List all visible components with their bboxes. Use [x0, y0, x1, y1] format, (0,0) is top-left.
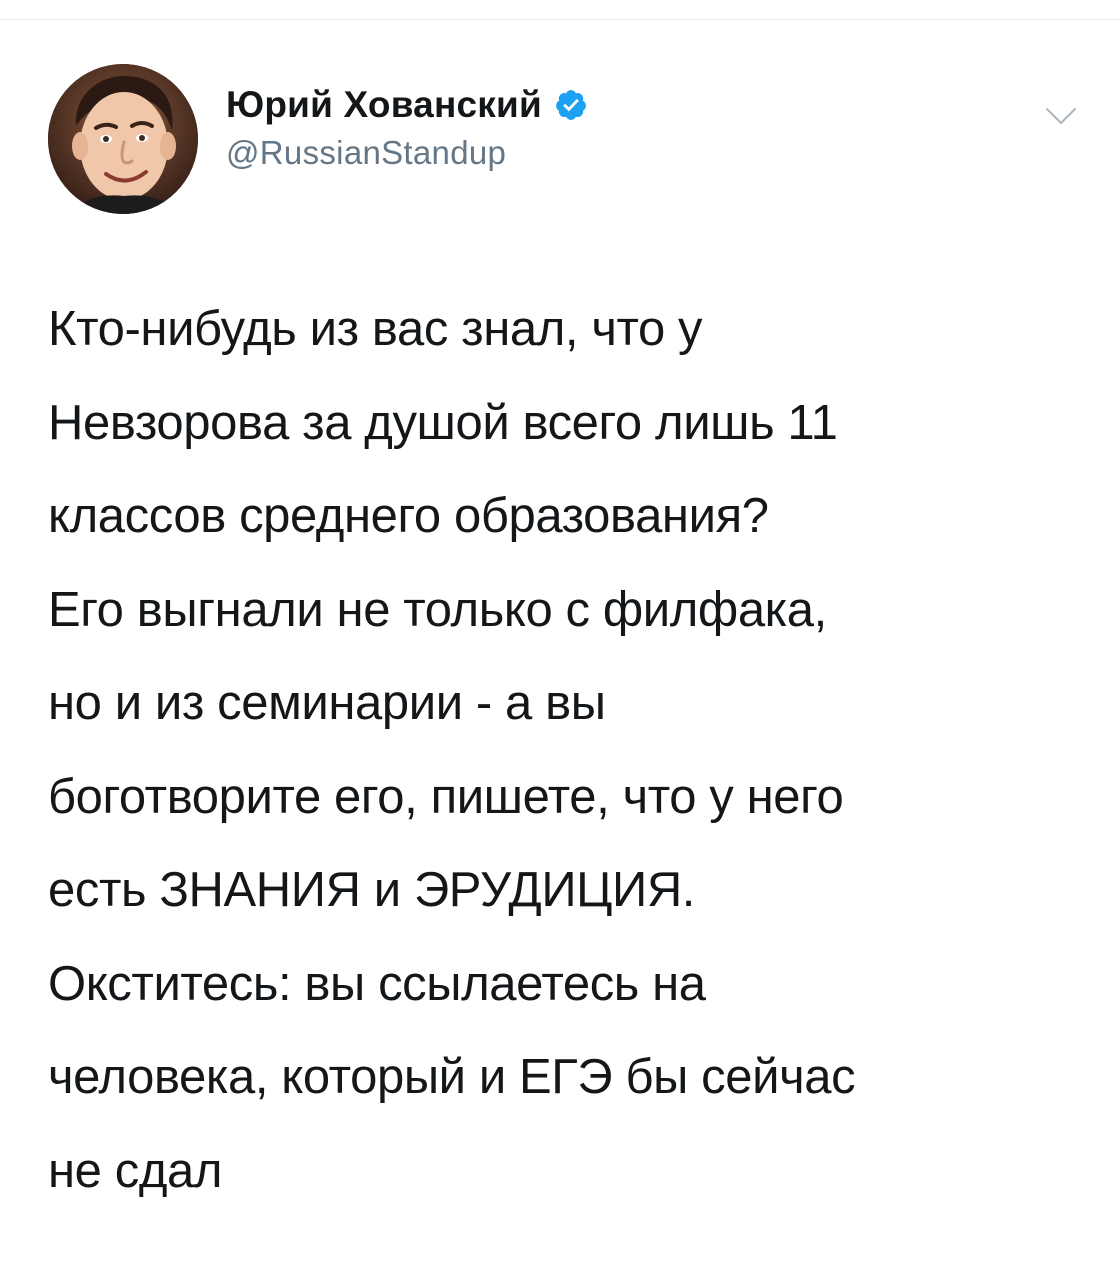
display-name-row: Юрий Хованский — [226, 82, 588, 128]
tweet: Юрий Хованский @RussianStandup Кто-нибуд… — [48, 64, 1078, 1198]
verified-badge-icon — [554, 88, 588, 122]
avatar[interactable] — [48, 64, 198, 214]
display-name[interactable]: Юрий Хованский — [226, 84, 542, 126]
tweet-text-line: Его выгнали не только с филфака, — [48, 582, 827, 637]
tweet-text-line: Невзорова за душой всего лишь 11 — [48, 395, 838, 450]
user-names: Юрий Хованский @RussianStandup — [226, 82, 588, 172]
top-divider — [0, 19, 1120, 20]
user-handle[interactable]: @RussianStandup — [226, 134, 588, 172]
tweet-text-line: Окститесь: вы ссылаетесь на — [48, 956, 706, 1011]
tweet-header: Юрий Хованский @RussianStandup — [48, 64, 1078, 214]
tweet-text: Кто-нибудь из вас знал, что у Невзорова … — [48, 283, 1078, 1218]
chevron-down-icon[interactable] — [1044, 104, 1078, 128]
tweet-text-line: Кто-нибудь из вас знал, что у — [48, 302, 703, 356]
tweet-text-line: есть ЗНАНИЯ и ЭРУДИЦИЯ. — [48, 863, 696, 917]
tweet-text-line: боготворите его, пишете, что у него — [48, 769, 844, 824]
tweet-text-line: не сдал — [48, 1143, 223, 1198]
tweet-text-line: человека, который и ЕГЭ бы сейчас — [48, 1050, 856, 1104]
avatar-image — [48, 64, 198, 214]
tweet-text-line: но и из семинарии - а вы — [48, 676, 606, 730]
tweet-text-line: классов среднего образования? — [48, 489, 769, 543]
